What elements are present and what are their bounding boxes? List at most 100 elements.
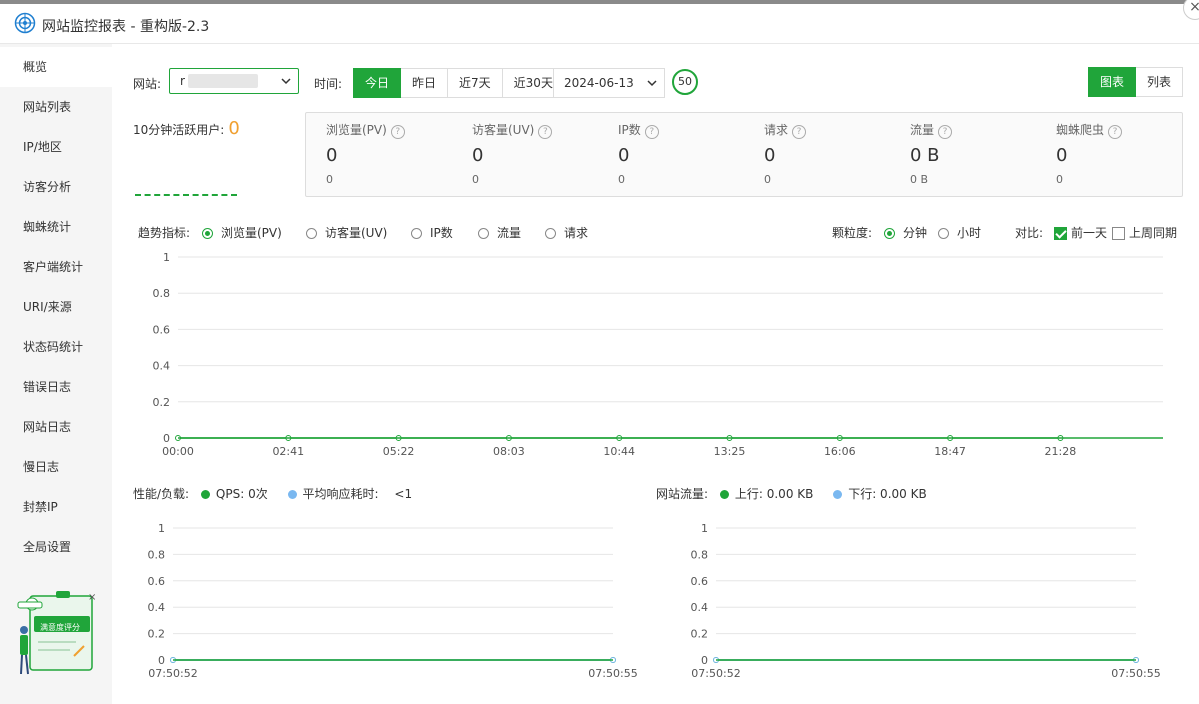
trend-option-label: 流量 [497, 226, 522, 240]
traffic-legend: 网站流量: 上行: 0.00 KB 下行: 0.00 KB [656, 485, 927, 502]
help-icon[interactable]: ? [1108, 125, 1123, 139]
compare-prev-week-label: 上周同期 [1129, 226, 1178, 240]
legend-dot-icon [200, 490, 210, 499]
sidebar-item-visitor-analysis[interactable]: 访客分析 [0, 167, 112, 207]
y-tick-label: 0 [701, 654, 708, 667]
sidebar-item-status-code[interactable]: 状态码统计 [0, 327, 112, 367]
x-tick-label: 07:50:52 [691, 667, 740, 680]
sidebar-item-global-settings[interactable]: 全局设置 [0, 527, 112, 567]
tab-last-7-days[interactable]: 近7天 [448, 68, 503, 98]
x-tick-label: 07:50:52 [148, 667, 197, 680]
trend-option-uv[interactable]: 访客量(UV) [306, 224, 387, 241]
legend-avg-resp-label: 平均响应耗时: [302, 487, 379, 501]
legend-qps-label: QPS: 0次 [215, 487, 268, 501]
x-tick-label: 00:00 [162, 445, 194, 458]
granularity-option-hour[interactable]: 小时 [938, 224, 981, 241]
stat-traffic-prev: 0 B [910, 173, 929, 186]
y-tick-label: 0 [163, 432, 170, 445]
compare-prev-week[interactable]: 上周同期 [1112, 224, 1177, 241]
legend-dot-icon [719, 490, 729, 499]
stat-uv-label: 访客量(UV) [472, 123, 535, 137]
satisfaction-illustration-icon [17, 591, 93, 675]
time-range-tabs: 今日 昨日 近7天 近30天 [353, 68, 565, 98]
help-icon[interactable]: ? [644, 125, 659, 139]
sidebar-item-client-stats[interactable]: 客户端统计 [0, 247, 112, 287]
y-tick-label: 0.4 [148, 601, 166, 614]
radio-icon [938, 228, 949, 239]
granularity-label: 颗粒度: [832, 226, 873, 240]
stat-spider-label: 蜘蛛爬虫 [1056, 123, 1105, 137]
x-tick-label: 02:41 [272, 445, 304, 458]
trend-option-label: 访客量(UV) [325, 226, 388, 240]
sidebar-item-uri-source[interactable]: URI/来源 [0, 287, 112, 327]
legend-avg-resp[interactable]: 平均响应耗时: [287, 487, 379, 501]
y-tick-label: 0 [158, 654, 165, 667]
y-tick-label: 0.8 [153, 287, 171, 300]
site-label: 网站: [133, 77, 162, 91]
site-name-mask [188, 74, 258, 88]
window-titlebar: 网站监控报表 - 重构版-2.3 × [0, 0, 1199, 44]
help-icon[interactable]: ? [538, 125, 553, 139]
trend-chart: 0 0.2 0.4 0.6 0.8 1 00:00 02:41 05:22 08:03 10:44 1… [153, 251, 1163, 458]
sidebar-item-ip-region[interactable]: IP/地区 [0, 127, 112, 167]
trend-option-label: 浏览量(PV) [221, 226, 282, 240]
stat-ip-value: 0 [618, 145, 630, 166]
sidebar-item-overview[interactable]: 概览 [0, 47, 113, 87]
y-tick-label: 1 [163, 251, 170, 264]
stat-traffic-value: 0 B [910, 145, 940, 166]
date-value: 2024-06-13 [564, 76, 634, 90]
close-icon[interactable]: × [1183, 0, 1199, 20]
compare-prev-day-label: 前一天 [1071, 226, 1108, 240]
legend-dot-icon [833, 490, 843, 499]
date-picker[interactable]: 2024-06-13 [553, 68, 665, 98]
stat-pv: 浏览量(PV)? 0 0 [326, 113, 466, 193]
help-icon[interactable]: ? [938, 125, 953, 139]
tab-today[interactable]: 今日 [353, 68, 402, 98]
site-select[interactable]: r [169, 68, 299, 94]
y-tick-label: 0.8 [148, 548, 166, 561]
sidebar-item-error-log[interactable]: 错误日志 [0, 367, 112, 407]
legend-upload-label: 上行: 0.00 KB [734, 487, 814, 501]
granularity-option-label: 分钟 [903, 226, 928, 240]
x-tick-label: 07:50:55 [588, 667, 637, 680]
perf-label: 性能/负载: [133, 487, 190, 501]
sidebar-item-spider-stats[interactable]: 蜘蛛统计 [0, 207, 112, 247]
checkbox-icon [1112, 227, 1125, 240]
main-panel: 网站: r 时间: 今日 昨日 近7天 近30天 2024-06-13 50 图… [113, 44, 1199, 704]
sidebar-item-site-log[interactable]: 网站日志 [0, 407, 112, 447]
view-chart-button[interactable]: 图表 [1087, 67, 1136, 97]
trend-option-traffic[interactable]: 流量 [478, 224, 521, 241]
traffic-label: 网站流量: [656, 487, 709, 501]
view-toggle: 图表 列表 [1087, 67, 1183, 97]
sidebar-item-site-list[interactable]: 网站列表 [0, 87, 112, 127]
help-icon[interactable]: ? [390, 125, 405, 139]
active-users-value: 0 [228, 118, 240, 139]
active-users-label: 10分钟活跃用户: [133, 123, 225, 137]
legend-upload[interactable]: 上行: 0.00 KB [719, 487, 814, 501]
sidebar-item-slow-log[interactable]: 慢日志 [0, 447, 112, 487]
stat-requests-label: 请求 [764, 123, 789, 137]
window-title: 网站监控报表 - 重构版-2.3 [42, 19, 210, 35]
time-label: 时间: [314, 77, 343, 91]
legend-qps[interactable]: QPS: 0次 [200, 487, 268, 501]
active-users-sparkline [135, 194, 237, 196]
trend-option-pv[interactable]: 浏览量(PV) [202, 224, 282, 241]
help-icon[interactable]: ? [792, 125, 807, 139]
radio-icon [478, 228, 489, 239]
compare-prev-day[interactable]: 前一天 [1054, 224, 1107, 241]
view-list-button[interactable]: 列表 [1135, 67, 1183, 97]
trend-option-requests[interactable]: 请求 [545, 224, 588, 241]
avg-resp-value: <1 [394, 487, 413, 501]
radio-icon [545, 228, 556, 239]
stat-traffic: 流量? 0 B 0 B [910, 113, 1050, 193]
badge-close-icon[interactable]: × [88, 592, 96, 603]
granularity-option-minute[interactable]: 分钟 [884, 224, 927, 241]
sidebar-item-banned-ip[interactable]: 封禁IP [0, 487, 112, 527]
auto-refresh-countdown[interactable]: 50 [672, 69, 698, 95]
trend-option-ip[interactable]: IP数 [411, 224, 453, 241]
legend-download[interactable]: 下行: 0.00 KB [833, 487, 927, 501]
stat-spider-prev: 0 [1056, 173, 1063, 186]
compare-label: 对比: [1015, 226, 1044, 240]
tab-yesterday[interactable]: 昨日 [401, 68, 449, 98]
satisfaction-rating-badge[interactable]: 满意度评分 × [14, 590, 98, 676]
